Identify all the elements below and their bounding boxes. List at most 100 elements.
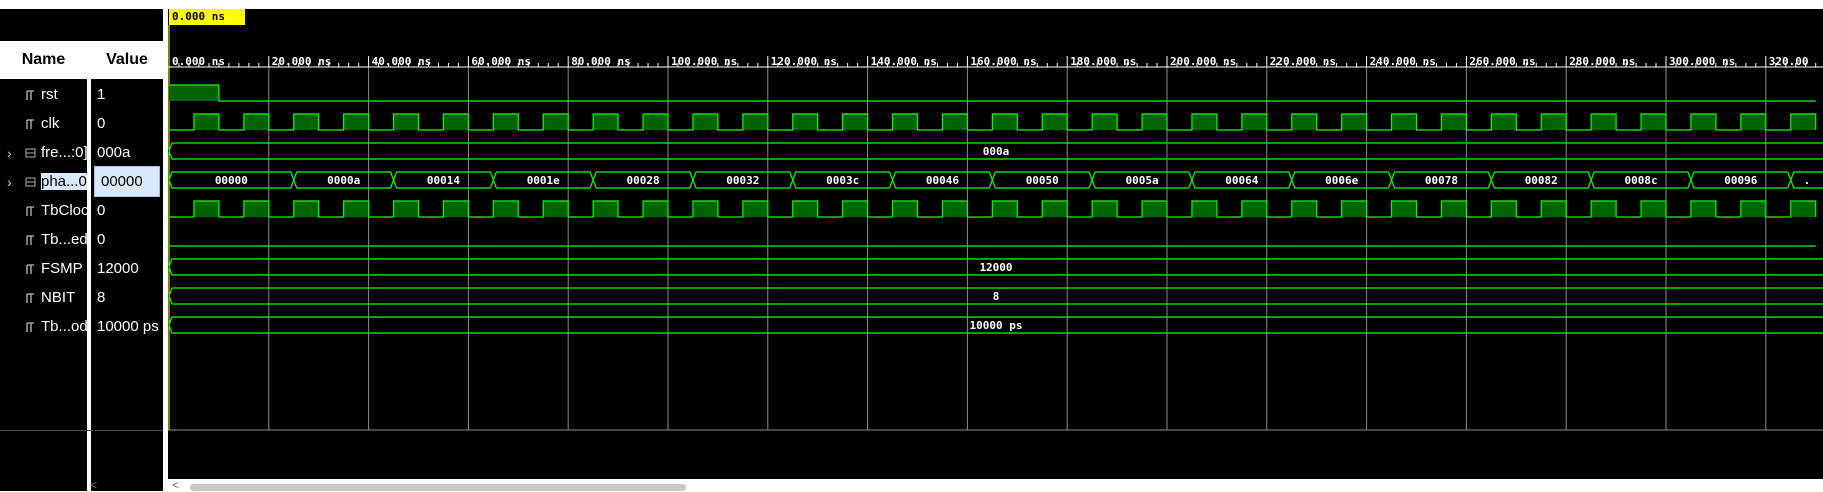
signal-name[interactable]: pha...0 bbox=[41, 173, 87, 190]
waveform-canvas[interactable]: 0.000 ns 20.000 ns 40.000 ns 60.000 ns 80.00… bbox=[168, 9, 1823, 479]
high-level-fill bbox=[692, 114, 718, 130]
scroll-left-arrow-icon[interactable]: < bbox=[172, 478, 179, 492]
bus-value-label: 0003c bbox=[826, 174, 859, 187]
high-level-fill bbox=[393, 114, 419, 130]
bit-signal-icon bbox=[25, 88, 36, 102]
bit-signal-icon bbox=[25, 117, 36, 131]
value-column-header[interactable]: Value bbox=[91, 41, 163, 79]
bus-signal-icon bbox=[25, 146, 36, 160]
bus-value-label: 10000 ps bbox=[970, 319, 1023, 332]
high-level-fill bbox=[992, 201, 1018, 217]
time-tick-label: 200.000 ns bbox=[1170, 55, 1236, 68]
signal-row-7[interactable]: NBIT bbox=[0, 283, 87, 312]
bit-signal-icon bbox=[25, 291, 36, 305]
high-level-fill bbox=[992, 114, 1018, 130]
signal-row-8[interactable]: Tb...od bbox=[0, 312, 87, 341]
signal-row-3[interactable]: › pha...0 bbox=[0, 167, 87, 196]
horizontal-scrollbar-thumb[interactable] bbox=[190, 484, 686, 491]
high-level-fill bbox=[1241, 201, 1267, 217]
bus-value-label: 12000 bbox=[979, 261, 1012, 274]
signal-row-1[interactable]: clk bbox=[0, 109, 87, 138]
signal-value: 0 bbox=[97, 202, 106, 219]
name-column-header[interactable]: Name bbox=[0, 41, 87, 79]
high-level-fill bbox=[1491, 201, 1517, 217]
high-level-fill bbox=[942, 201, 968, 217]
high-level-fill bbox=[1740, 201, 1766, 217]
high-level-fill bbox=[1341, 201, 1367, 217]
high-level-fill bbox=[243, 201, 269, 217]
signal-list-end-divider bbox=[0, 430, 163, 431]
bus-value-label: 0000a bbox=[327, 174, 360, 187]
signal-value: 0 bbox=[97, 115, 106, 132]
bus-value-label: 00050 bbox=[1026, 174, 1059, 187]
signal-name[interactable]: fre...:0] bbox=[41, 144, 87, 161]
high-level-fill bbox=[1641, 114, 1666, 130]
high-level-fill bbox=[1491, 114, 1517, 130]
high-level-fill bbox=[1191, 201, 1217, 217]
high-level-fill bbox=[193, 114, 219, 130]
high-level-fill bbox=[1591, 114, 1617, 130]
signal-name[interactable]: clk bbox=[41, 115, 87, 132]
time-tick-label: 260.000 ns bbox=[1469, 55, 1535, 68]
high-level-fill bbox=[1690, 114, 1716, 130]
time-tick-label: 20.000 ns bbox=[272, 55, 332, 68]
bus-value-label: 00028 bbox=[626, 174, 659, 187]
signal-row-5[interactable]: Tb...ed bbox=[0, 225, 87, 254]
time-tick-label: 160.000 ns bbox=[970, 55, 1036, 68]
high-level-fill bbox=[792, 114, 818, 130]
bit-signal-icon bbox=[25, 233, 36, 247]
signal-row-0[interactable]: rst bbox=[0, 80, 87, 109]
high-level-fill bbox=[243, 114, 269, 130]
signal-row-6[interactable]: FSMP bbox=[0, 254, 87, 283]
high-level-fill bbox=[1042, 114, 1068, 130]
bus-value-label: 00032 bbox=[726, 174, 759, 187]
high-level-fill bbox=[1441, 201, 1467, 217]
high-level-fill bbox=[742, 201, 768, 217]
high-level-fill bbox=[1790, 201, 1816, 217]
high-level-fill bbox=[1690, 201, 1716, 217]
signal-row-2[interactable]: › fre...:0] bbox=[0, 138, 87, 167]
high-level-fill bbox=[493, 114, 519, 130]
signal-value: 12000 bbox=[97, 260, 139, 277]
scroll-left-arrow-icon[interactable]: < bbox=[90, 478, 97, 492]
signal-name[interactable]: FSMP bbox=[41, 260, 87, 277]
high-level-fill bbox=[193, 201, 219, 217]
high-level-fill bbox=[1591, 201, 1617, 217]
time-tick-label: 100.000 ns bbox=[671, 55, 737, 68]
high-level-fill bbox=[1740, 114, 1766, 130]
bit-signal-icon bbox=[25, 320, 36, 334]
high-level-fill bbox=[493, 201, 519, 217]
bus-value-label: 00000 bbox=[215, 174, 248, 187]
signal-row-4[interactable]: TbCloc bbox=[0, 196, 87, 225]
high-level-fill bbox=[443, 201, 469, 217]
bus-value-label: 0008c bbox=[1624, 174, 1657, 187]
high-level-fill bbox=[343, 201, 369, 217]
high-level-fill bbox=[1191, 114, 1217, 130]
signal-name[interactable]: Tb...od bbox=[41, 318, 87, 335]
bus-value-label: 000a bbox=[983, 145, 1010, 158]
high-level-fill bbox=[543, 201, 569, 217]
high-level-fill bbox=[842, 201, 868, 217]
time-tick-label: 240.000 ns bbox=[1370, 55, 1436, 68]
signal-name[interactable]: Tb...ed bbox=[41, 231, 87, 248]
high-level-fill bbox=[742, 114, 768, 130]
bus-value-label: . bbox=[1804, 174, 1811, 187]
high-level-fill bbox=[1391, 114, 1417, 130]
signal-name[interactable]: NBIT bbox=[41, 289, 87, 306]
expand-chevron-icon[interactable]: › bbox=[7, 174, 12, 190]
high-level-fill bbox=[643, 201, 668, 217]
high-level-fill bbox=[1541, 114, 1567, 130]
cursor-time-label: 0.000 ns bbox=[169, 9, 245, 25]
signal-value: 1 bbox=[97, 86, 106, 103]
high-level-fill bbox=[393, 201, 419, 217]
signal-name[interactable]: rst bbox=[41, 86, 87, 103]
expand-chevron-icon[interactable]: › bbox=[7, 145, 12, 161]
high-level-fill bbox=[892, 201, 918, 217]
bus-value-label: 00078 bbox=[1425, 174, 1458, 187]
high-level-fill bbox=[1241, 114, 1267, 130]
high-level-fill bbox=[1042, 201, 1068, 217]
time-tick-label: 140.000 ns bbox=[871, 55, 937, 68]
bus-value-label: 00096 bbox=[1724, 174, 1757, 187]
signal-name[interactable]: TbCloc bbox=[41, 202, 87, 219]
high-level-fill bbox=[1441, 114, 1467, 130]
